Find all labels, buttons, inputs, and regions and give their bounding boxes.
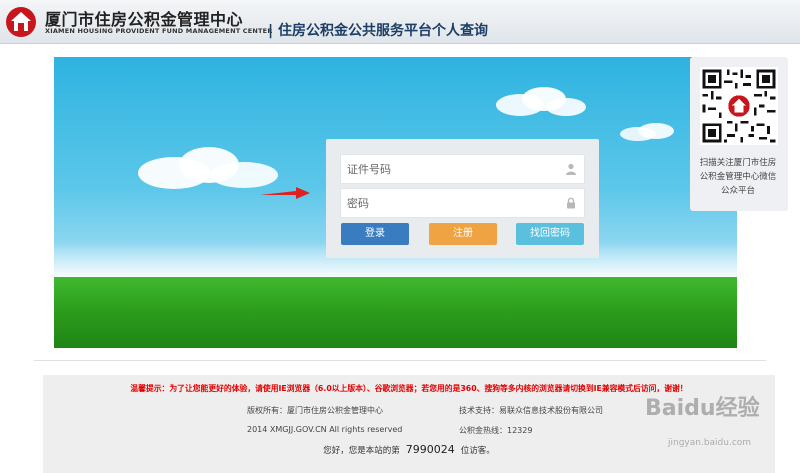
page-title: | 住房公积金公共服务平台个人查询: [268, 20, 488, 40]
site-rights-text: 2014 XMGJJ.GOV.CN All rights reserved: [247, 425, 403, 434]
user-icon: [566, 163, 576, 175]
qr-code-image: [700, 67, 778, 145]
password-input[interactable]: [341, 189, 551, 217]
visits-suffix: 位访客。: [460, 446, 495, 456]
login-button[interactable]: 登录: [341, 223, 409, 245]
site-header: 厦门市住房公积金管理中心 XIAMEN HOUSING PROVIDENT FU…: [0, 0, 800, 44]
visits-count: 7990024: [405, 443, 455, 456]
id-number-field: [340, 154, 585, 184]
footer-divider: [34, 360, 766, 361]
house-logo-icon[interactable]: [5, 6, 37, 38]
cloud-icon: [496, 87, 586, 116]
logo-title-en: XIAMEN HOUSING PROVIDENT FUND MANAGEMENT…: [45, 27, 273, 35]
qr-card: 扫描关注厦门市住房公积金管理中心微信公众平台: [690, 57, 788, 211]
hotline-text: 公积金热线：12329: [459, 426, 533, 435]
visits-prefix: 您好，您是本站的第: [323, 446, 400, 456]
grass-field: [54, 277, 737, 348]
tech-support-text: 技术支持：易联众信息技术股份有限公司: [459, 406, 603, 415]
register-button[interactable]: 注册: [429, 223, 497, 245]
title-separator: |: [268, 23, 274, 39]
password-field: [340, 188, 585, 218]
login-panel: 登录 注册 找回密码: [326, 139, 599, 258]
page-title-text: 住房公积金公共服务平台个人查询: [278, 23, 488, 39]
watermark-brand: Baidu经验: [645, 396, 760, 421]
arrow-right-icon: [260, 187, 310, 199]
lock-icon: [567, 197, 575, 209]
cloud-icon: [620, 123, 674, 141]
qr-caption: 扫描关注厦门市住房公积金管理中心微信公众平台: [699, 158, 777, 196]
id-number-input[interactable]: [341, 155, 551, 183]
watermark-url: jingyan.baidu.com: [668, 438, 752, 448]
copyright-text: 版权所有：厦门市住房公积金管理中心: [247, 406, 383, 415]
forgot-password-button[interactable]: 找回密码: [516, 223, 584, 245]
visitor-counter: 您好，您是本站的第 7990024 位访客。: [43, 443, 775, 456]
